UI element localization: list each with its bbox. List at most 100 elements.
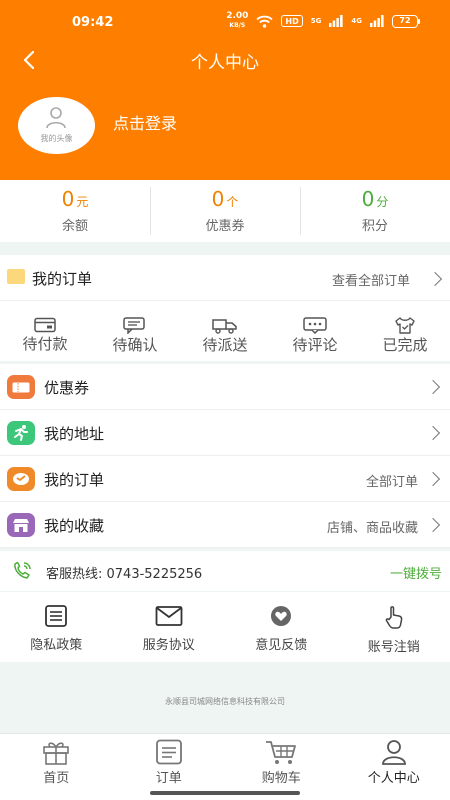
menu-list: 优惠券 我的地址 我的订单 全部订单 我的收藏 店铺、商品收藏 <box>0 364 450 548</box>
tab-profile[interactable]: 个人中心 <box>338 734 450 800</box>
avatar-caption: 我的头像 <box>40 134 73 143</box>
stat-label: 余额 <box>61 219 88 234</box>
policy-links: 隐私政策 服务协议 意见反馈 账号注销 <box>0 592 450 662</box>
bottom-tab-bar: 首页 订单 购物车 个人中心 <box>0 733 450 800</box>
signal-4g-label: 4G <box>351 17 362 25</box>
order-status-row: 待付款 待确认 待派送 待评论 已完成 <box>0 301 450 361</box>
stat-coupons[interactable]: 0个 优惠券 <box>150 180 300 242</box>
orders-card: 我的订单 查看全部订单 待付款 待确认 待派送 待评论 已完成 <box>0 255 450 361</box>
privacy-policy-link[interactable]: 隐私政策 <box>0 592 113 662</box>
login-link[interactable]: 点击登录 <box>113 110 177 134</box>
link-label: 隐私政策 <box>30 638 83 653</box>
order-status-label: 待派送 <box>202 336 248 354</box>
tab-label: 订单 <box>155 771 182 786</box>
menu-item-extra: 店铺、商品收藏 <box>326 521 418 536</box>
tab-label: 购物车 <box>261 771 301 786</box>
profile-header: 09:42 2.00 KB/S HD 5G 4G 72 个人中心 我的头像 点击… <box>0 0 450 180</box>
phone-icon <box>14 561 31 579</box>
list-icon <box>155 739 182 765</box>
order-status-pending-review[interactable]: 待评论 <box>270 301 360 361</box>
link-label: 账号注销 <box>367 640 420 655</box>
menu-item-address[interactable]: 我的地址 <box>0 410 450 456</box>
signal-icon-2 <box>370 15 384 27</box>
stat-value: 0 <box>211 187 225 211</box>
status-icons: 2.00 KB/S HD 5G 4G 72 <box>226 12 420 30</box>
feedback-link[interactable]: 意见反馈 <box>225 592 338 662</box>
cart-icon <box>266 741 297 764</box>
menu-item-favorites[interactable]: 我的收藏 店铺、商品收藏 <box>0 502 450 548</box>
order-status-pending-payment[interactable]: 待付款 <box>0 301 90 361</box>
chevron-right-icon <box>425 471 441 487</box>
status-bar: 09:42 2.00 KB/S HD 5G 4G 72 <box>0 0 450 40</box>
signal-icon <box>329 15 343 27</box>
menu-item-extra: 全部订单 <box>365 475 418 490</box>
menu-item-orders[interactable]: 我的订单 全部订单 <box>0 456 450 502</box>
stat-unit: 分 <box>376 195 389 209</box>
menu-item-label: 我的收藏 <box>44 517 105 535</box>
shirt-icon <box>395 317 415 334</box>
account-deletion-link[interactable]: 账号注销 <box>338 592 450 662</box>
tab-home[interactable]: 首页 <box>0 734 113 800</box>
order-status-completed[interactable]: 已完成 <box>360 301 450 361</box>
menu-item-label: 我的订单 <box>44 471 105 489</box>
user-icon <box>381 740 406 765</box>
battery-icon: 72 <box>392 14 420 28</box>
link-label: 服务协议 <box>142 638 195 653</box>
orders-title: 我的订单 <box>32 270 93 288</box>
company-name: 永顺县司城网络信息科技有限公司 <box>165 697 285 706</box>
hotline-number: 客服热线: 0743-5225256 <box>46 567 203 582</box>
view-all-orders-row[interactable]: 我的订单 查看全部订单 <box>0 255 450 301</box>
service-agreement-link[interactable]: 服务协议 <box>113 592 226 662</box>
order-icon <box>7 467 35 491</box>
stat-value: 0 <box>61 187 75 211</box>
heart-icon <box>271 606 292 626</box>
chevron-right-icon <box>425 379 441 395</box>
link-label: 意见反馈 <box>255 638 308 653</box>
stat-balance[interactable]: 0元 余额 <box>0 180 150 242</box>
folder-icon <box>7 269 25 284</box>
hd-badge: HD <box>281 15 303 27</box>
truck-icon <box>212 319 237 334</box>
chat-icon <box>123 317 145 334</box>
hand-pointer-icon <box>385 606 403 629</box>
order-status-label: 待付款 <box>22 335 68 353</box>
order-status-label: 待确认 <box>112 336 158 354</box>
menu-item-label: 优惠券 <box>44 379 90 397</box>
tab-label: 首页 <box>43 771 70 786</box>
order-status-label: 已完成 <box>382 336 428 354</box>
order-status-label: 待评论 <box>292 336 338 354</box>
stat-points[interactable]: 0分 积分 <box>300 180 450 242</box>
menu-item-label: 我的地址 <box>44 425 105 443</box>
network-speed: 2.00 KB/S <box>226 11 249 30</box>
comment-icon <box>303 317 327 334</box>
chevron-right-icon <box>427 271 443 287</box>
page-title: 个人中心 <box>191 53 259 73</box>
user-outline-icon <box>46 107 66 129</box>
home-indicator <box>150 791 300 795</box>
order-status-pending-delivery[interactable]: 待派送 <box>180 301 270 361</box>
stat-unit: 个 <box>226 195 239 209</box>
order-status-pending-confirm[interactable]: 待确认 <box>90 301 180 361</box>
stat-label: 优惠券 <box>205 219 245 234</box>
runner-icon <box>7 421 35 445</box>
chevron-right-icon <box>425 517 441 533</box>
customer-service-hotline: 客服热线: 0743-5225256 一键拨号 <box>0 551 450 591</box>
avatar[interactable]: 我的头像 <box>18 97 95 154</box>
chevron-right-icon <box>425 425 441 441</box>
wallet-icon <box>34 317 56 333</box>
stat-unit: 元 <box>76 195 89 209</box>
wifi-icon <box>256 15 274 28</box>
gift-icon <box>43 742 70 765</box>
tab-label: 个人中心 <box>367 771 420 786</box>
coupon-icon <box>7 375 35 399</box>
stat-value: 0 <box>361 187 375 211</box>
stat-label: 积分 <box>361 219 388 234</box>
menu-item-coupons[interactable]: 优惠券 <box>0 364 450 410</box>
view-all-orders-link[interactable]: 查看全部订单 <box>332 270 410 289</box>
one-click-dial-button[interactable]: 一键拨号 <box>390 563 442 582</box>
signal-5g-label: 5G <box>310 17 322 25</box>
document-icon <box>45 605 68 627</box>
title-bar: 个人中心 <box>0 40 450 80</box>
account-stats: 0元 余额 0个 优惠券 0分 积分 <box>0 180 450 242</box>
status-time: 09:42 <box>72 15 114 30</box>
